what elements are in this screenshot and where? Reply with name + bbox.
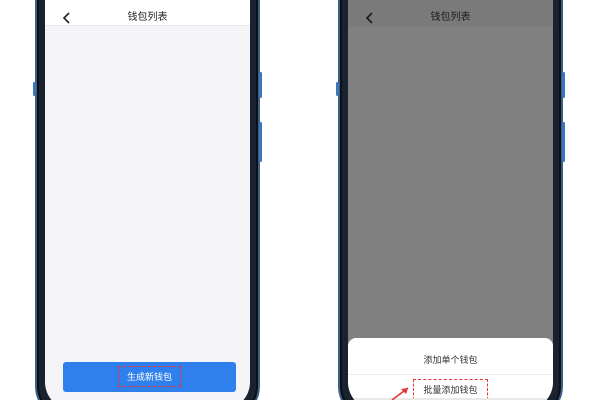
canvas: 钱包列表 生成新钱包 钱包列表 添加单个钱包 批量添加钱包 <box>0 0 600 400</box>
top-bar: 钱包列表 <box>348 0 553 26</box>
phone-left: 钱包列表 生成新钱包 <box>33 0 262 400</box>
phone-side-button <box>562 72 565 98</box>
phone-side-button <box>259 122 262 162</box>
add-single-wallet-option[interactable]: 添加单个钱包 <box>348 344 553 374</box>
phone-right: 钱包列表 添加单个钱包 批量添加钱包 <box>336 0 565 400</box>
page-title: 钱包列表 <box>127 12 168 23</box>
phone-side-button <box>33 82 36 96</box>
top-bar: 钱包列表 <box>45 0 250 26</box>
option-label: 批量添加钱包 <box>413 378 488 400</box>
page-title: 钱包列表 <box>430 12 471 23</box>
button-label: 生成新钱包 <box>117 365 181 387</box>
action-sheet: 添加单个钱包 批量添加钱包 <box>348 338 553 400</box>
option-label: 添加单个钱包 <box>423 355 478 366</box>
phone-side-button <box>562 122 565 162</box>
screen-left: 钱包列表 生成新钱包 <box>45 0 250 400</box>
arrow-annotation-icon <box>391 387 409 400</box>
phone-side-button <box>336 82 339 96</box>
generate-wallet-button[interactable]: 生成新钱包 <box>63 362 236 392</box>
phone-side-button <box>259 72 262 98</box>
screen-right: 钱包列表 添加单个钱包 批量添加钱包 <box>348 0 553 400</box>
batch-add-wallet-option[interactable]: 批量添加钱包 <box>348 374 553 400</box>
